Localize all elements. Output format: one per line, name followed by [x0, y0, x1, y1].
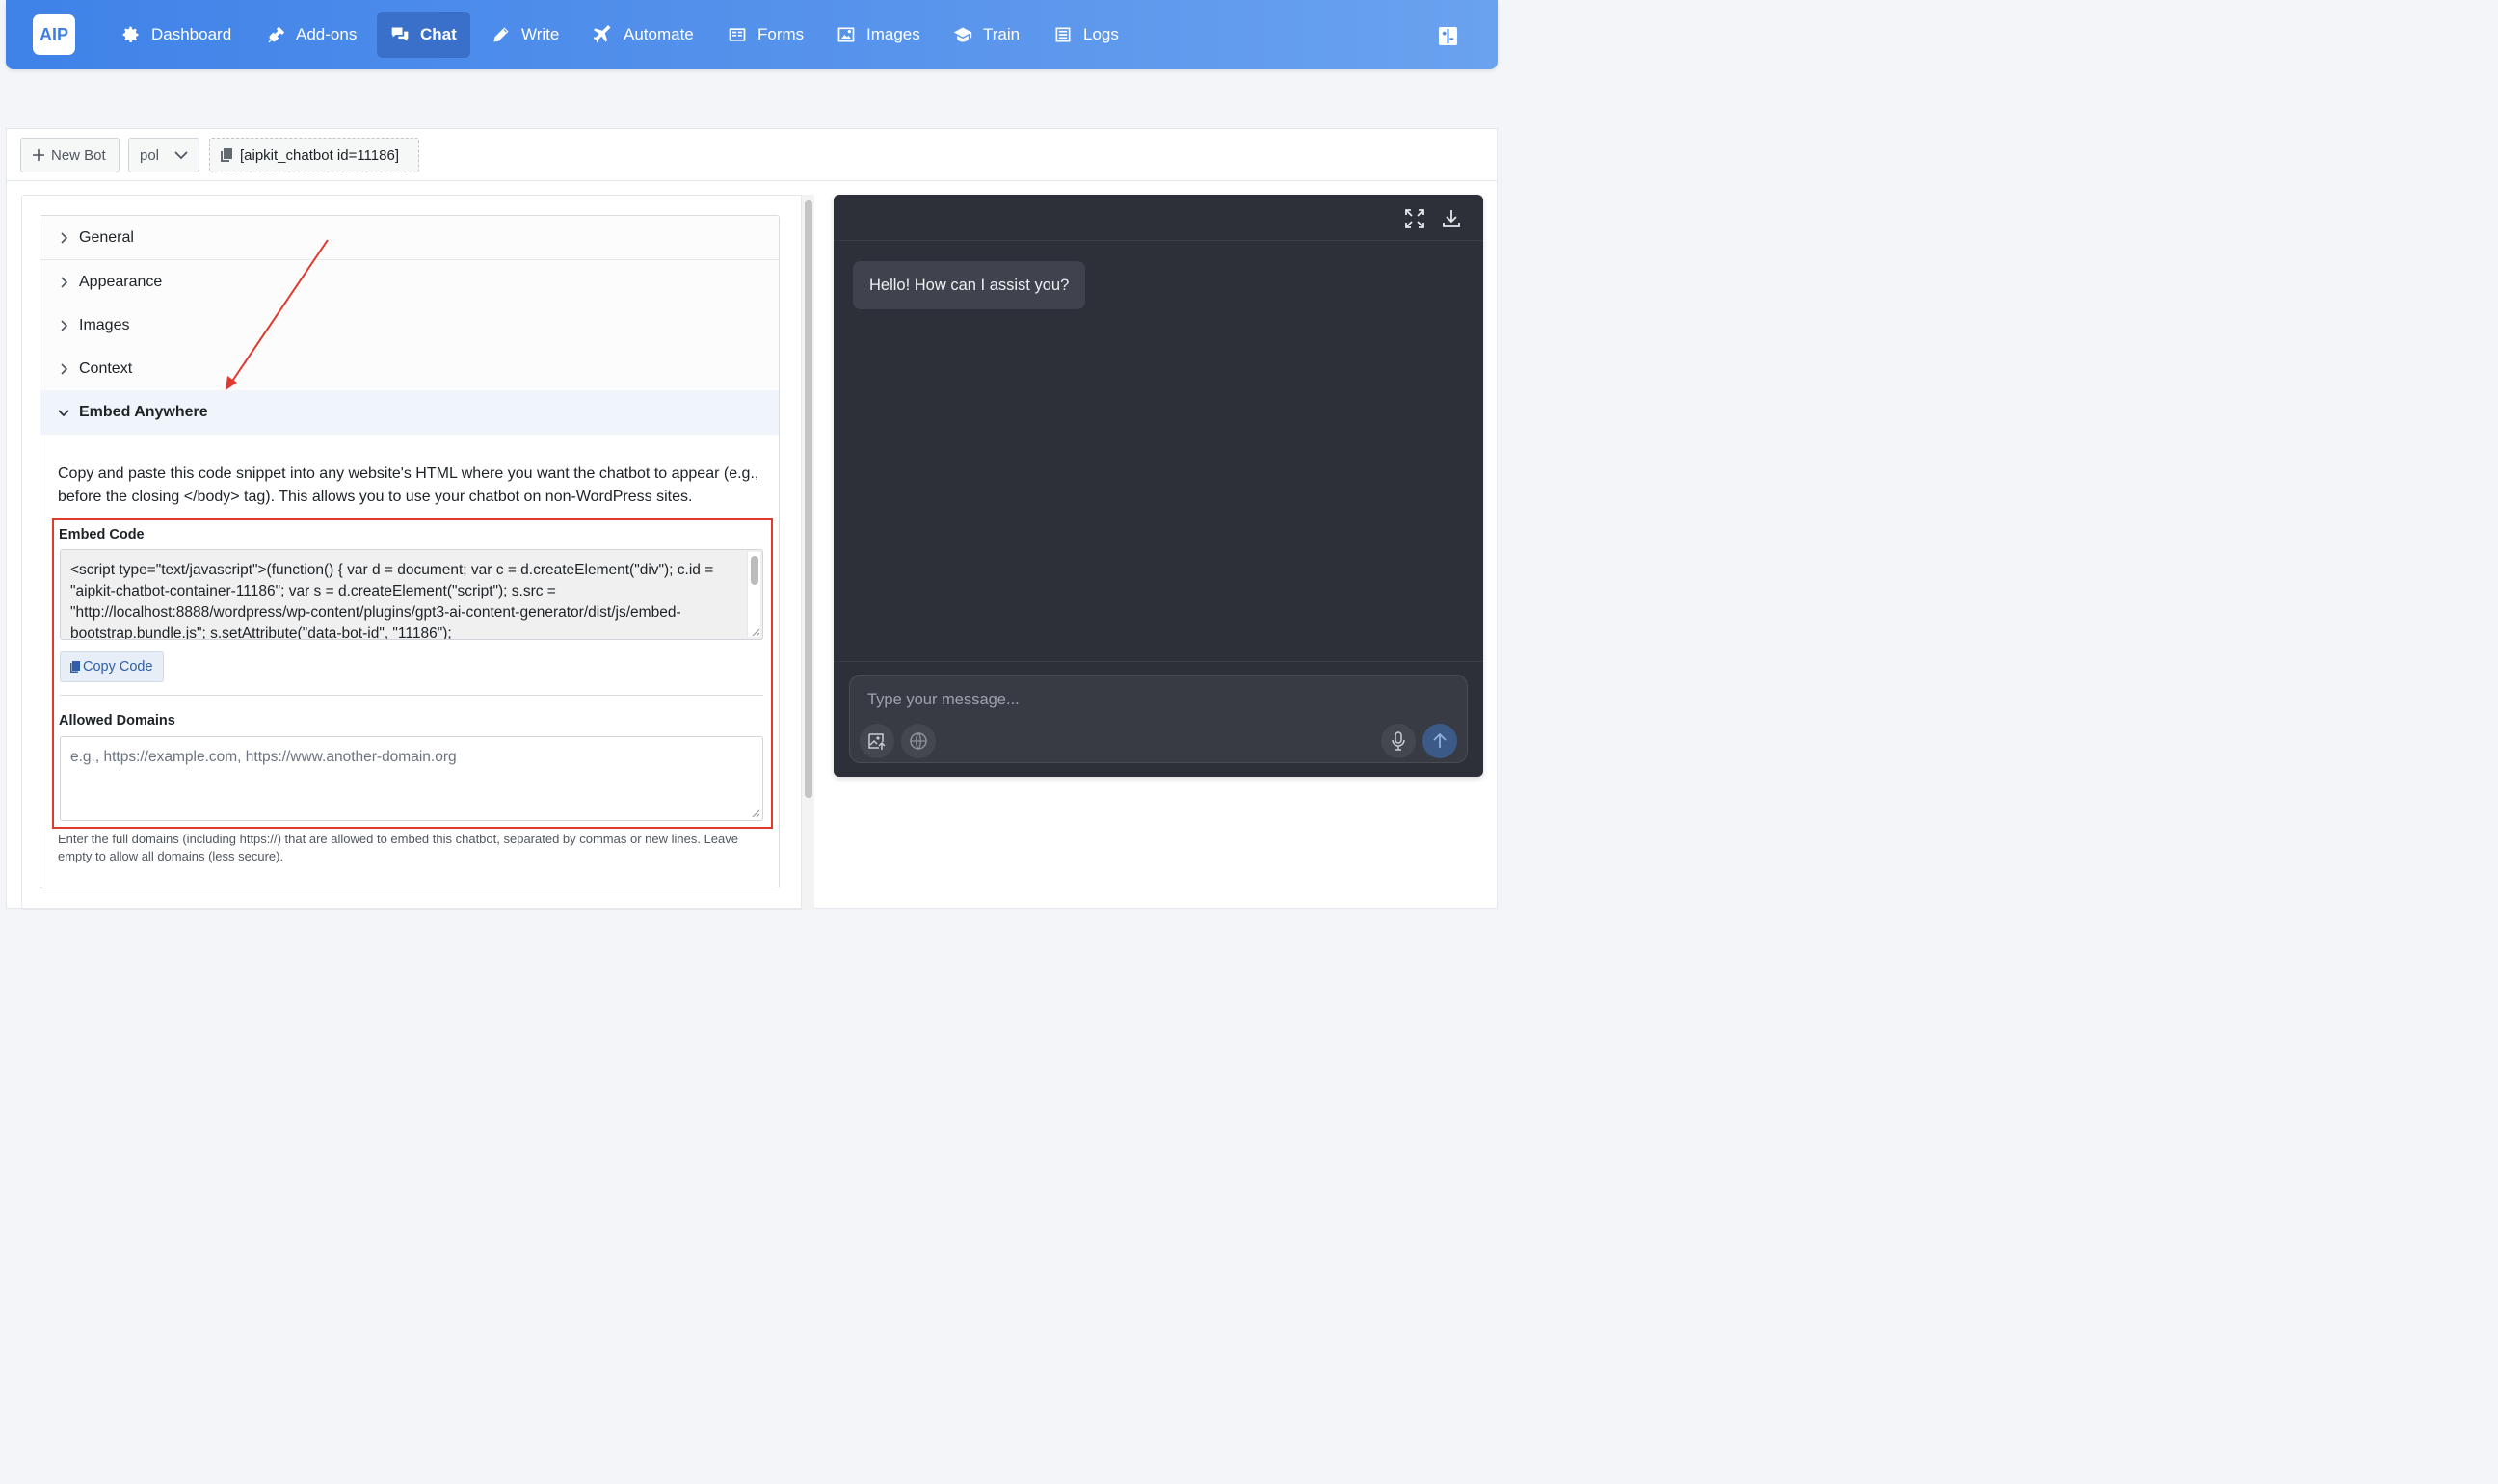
chatbot-panel: New Bot pol [aipkit_chatbot id=11186] Ge…	[6, 128, 1498, 910]
accordion-images[interactable]: Images	[40, 304, 779, 348]
plane-icon	[594, 25, 611, 43]
chevron-right-icon	[61, 362, 68, 375]
nav-logs[interactable]: Logs	[1040, 12, 1132, 58]
code-scroll-thumb[interactable]	[751, 556, 758, 585]
resize-grip-icon[interactable]	[751, 808, 760, 818]
app-logo[interactable]: AIP	[33, 14, 75, 55]
web-search-button[interactable]	[901, 724, 936, 758]
allowed-domains-label: Allowed Domains	[59, 713, 175, 729]
chat-input-placeholder: Type your message...	[867, 691, 1020, 708]
embed-highlight-box: Embed Code <script type="text/javascript…	[52, 518, 773, 829]
resize-grip-icon[interactable]	[751, 627, 760, 637]
settings-column: General Appearance Images Context Embed …	[21, 195, 813, 910]
image-upload-icon	[868, 733, 886, 750]
nav-automate[interactable]: Automate	[580, 12, 707, 58]
accordion-embed-anywhere[interactable]: Embed Anywhere	[40, 390, 779, 435]
chevron-down-icon	[174, 151, 188, 160]
graduation-cap-icon	[953, 27, 972, 42]
nav-label: Write	[521, 25, 560, 43]
nav-label: Chat	[420, 25, 457, 43]
accordion-label: Context	[79, 359, 133, 377]
pencil-icon	[493, 27, 509, 42]
accordion-context[interactable]: Context	[40, 347, 779, 391]
shortcode-text: [aipkit_chatbot id=11186]	[240, 146, 399, 164]
allowed-domains-textarea[interactable]: e.g., https://example.com, https://www.a…	[60, 736, 763, 821]
fullscreen-icon[interactable]	[1404, 208, 1425, 229]
nav-write[interactable]: Write	[478, 12, 572, 58]
bot-select[interactable]: pol	[128, 138, 199, 172]
microphone-icon	[1392, 731, 1405, 751]
chat-icon	[391, 27, 409, 41]
settings-accordion: General Appearance Images Context Embed …	[40, 215, 780, 888]
chat-divider	[834, 661, 1483, 662]
bot-message-bubble: Hello! How can I assist you?	[853, 261, 1086, 309]
nav-addons[interactable]: Add-ons	[252, 12, 370, 58]
code-scrollbar[interactable]	[747, 552, 760, 637]
chat-message-input[interactable]: Type your message...	[849, 675, 1468, 763]
gear-icon	[122, 26, 139, 42]
embed-code-textarea[interactable]: <script type="text/javascript">(function…	[60, 549, 763, 640]
chevron-right-icon	[61, 231, 68, 244]
top-nav: AIP Dashboard Add-ons Chat Write Automat…	[6, 0, 1498, 69]
chat-header	[834, 195, 1483, 241]
layout-toggle-icon[interactable]	[1438, 26, 1458, 46]
settings-scroll-thumb[interactable]	[805, 200, 812, 798]
copy-icon	[70, 661, 80, 673]
arrow-up-icon	[1433, 732, 1447, 748]
nav-label: Train	[983, 25, 1021, 43]
image-icon	[837, 27, 855, 42]
copy-code-button[interactable]: Copy Code	[60, 651, 164, 682]
chevron-down-icon	[58, 410, 69, 417]
nav-forms[interactable]: Forms	[714, 12, 817, 58]
new-bot-label: New Bot	[51, 146, 106, 164]
nav-label: Forms	[757, 25, 805, 43]
send-button[interactable]	[1422, 724, 1457, 758]
chevron-right-icon	[61, 276, 68, 288]
form-icon	[729, 28, 746, 41]
list-icon	[1055, 27, 1071, 42]
nav-dashboard[interactable]: Dashboard	[108, 12, 245, 58]
embed-description: Copy and paste this code snippet into an…	[58, 465, 759, 505]
allowed-domains-placeholder: e.g., https://example.com, https://www.a…	[70, 749, 457, 765]
embed-code-label: Embed Code	[59, 527, 145, 543]
chat-preview: Hello! How can I assist you? Type your m…	[834, 195, 1483, 777]
accordion-label: Embed Anywhere	[79, 404, 208, 420]
download-icon[interactable]	[1441, 208, 1462, 229]
bot-select-value: pol	[140, 146, 160, 164]
bot-toolbar: New Bot pol [aipkit_chatbot id=11186]	[7, 129, 1497, 181]
accordion-appearance[interactable]: Appearance	[40, 260, 779, 305]
copy-icon	[221, 148, 232, 162]
embed-code-text: <script type="text/javascript">(function…	[70, 562, 714, 640]
nav-train[interactable]: Train	[940, 12, 1033, 58]
accordion-label: General	[79, 228, 134, 246]
accordion-label: Appearance	[79, 273, 163, 290]
shortcode-copy[interactable]: [aipkit_chatbot id=11186]	[209, 138, 419, 172]
settings-scrollbar[interactable]	[801, 195, 814, 910]
section-divider	[60, 695, 763, 696]
copy-code-label: Copy Code	[83, 659, 153, 675]
nav-label: Logs	[1083, 25, 1119, 43]
nav-label: Images	[866, 25, 920, 43]
plus-icon	[33, 149, 44, 161]
image-upload-button[interactable]	[860, 724, 894, 758]
nav-images[interactable]: Images	[823, 12, 934, 58]
globe-icon	[910, 732, 927, 750]
accordion-label: Images	[79, 316, 130, 333]
voice-input-button[interactable]	[1381, 724, 1416, 758]
accordion-general[interactable]: General	[40, 216, 779, 260]
allowed-domains-help: Enter the full domains (including https:…	[58, 832, 738, 863]
nav-label: Dashboard	[151, 25, 232, 43]
plug-icon	[268, 26, 285, 43]
nav-label: Automate	[624, 25, 694, 43]
nav-chat[interactable]: Chat	[377, 12, 470, 58]
bot-message-text: Hello! How can I assist you?	[869, 276, 1070, 294]
nav-label: Add-ons	[296, 25, 358, 43]
new-bot-button[interactable]: New Bot	[20, 138, 120, 172]
chevron-right-icon	[61, 319, 68, 331]
